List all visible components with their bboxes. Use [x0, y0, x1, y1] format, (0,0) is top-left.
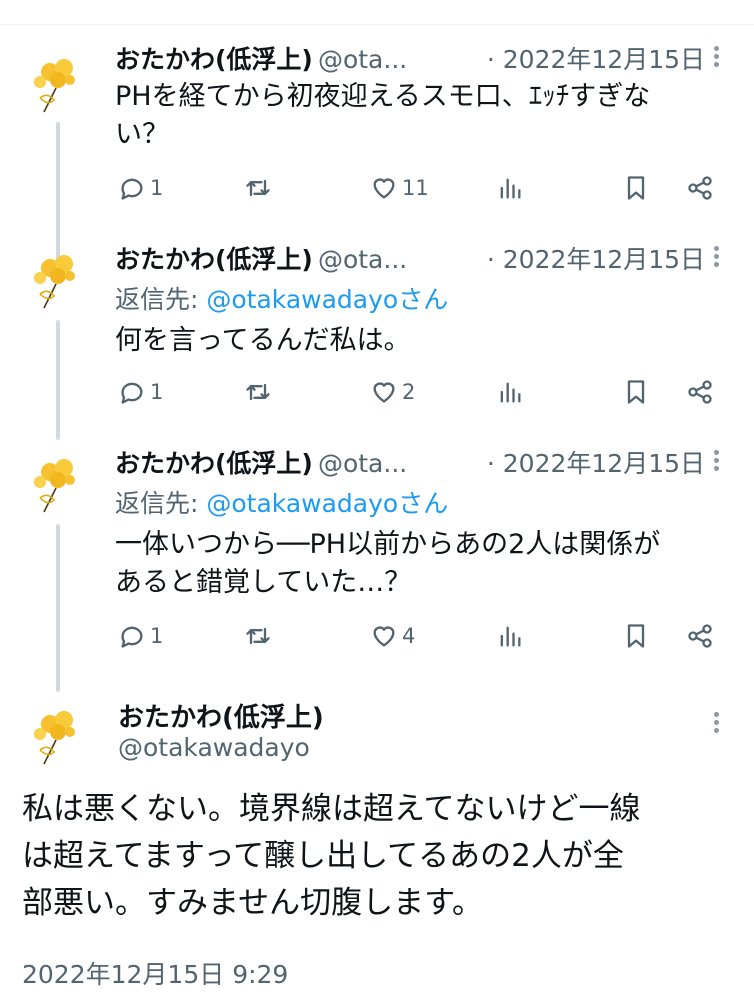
reply-icon	[121, 382, 143, 404]
share-button[interactable]	[686, 170, 714, 206]
like-button[interactable]: 11	[370, 170, 429, 206]
avatar[interactable]	[22, 246, 92, 316]
action-bar: 1 11	[118, 170, 718, 206]
retweet-icon	[246, 383, 270, 401]
display-name[interactable]: おたかわ(低浮上)	[115, 45, 313, 74]
main-display-name[interactable]: おたかわ(低浮上)	[118, 697, 324, 734]
tweet-text: 何を言ってるんだ私は。	[115, 325, 411, 356]
share-button[interactable]	[686, 374, 714, 410]
tweet-date[interactable]: · 2022年12月15日	[480, 240, 705, 276]
thread-line	[56, 122, 60, 262]
like-icon	[373, 382, 395, 403]
bookmark-button[interactable]	[622, 618, 650, 654]
handle[interactable]: @ota...	[318, 45, 407, 74]
flower-avatar-icon	[34, 59, 75, 113]
more-icon[interactable]	[706, 448, 726, 478]
flower-avatar-icon	[34, 255, 75, 309]
thread-line	[56, 320, 60, 440]
share-icon	[688, 624, 712, 648]
reply-button[interactable]: 1	[118, 170, 163, 206]
share-button[interactable]	[686, 618, 714, 654]
more-icon[interactable]	[706, 710, 726, 740]
more-icon[interactable]	[706, 244, 726, 274]
handle[interactable]: @ota...	[318, 245, 407, 274]
reply-icon	[121, 626, 143, 648]
views-icon	[500, 178, 521, 199]
retweet-icon	[246, 627, 270, 645]
views-button[interactable]	[496, 374, 524, 410]
tweet-header: おたかわ(低浮上) @ota... · 2022年12月15日	[115, 240, 705, 280]
reply-mention-link[interactable]: @otakawadayoさん	[206, 285, 448, 314]
action-bar: 1 4	[118, 618, 718, 654]
tweet-date[interactable]: · 2022年12月15日	[480, 40, 705, 76]
bookmark-button[interactable]	[622, 170, 650, 206]
display-name[interactable]: おたかわ(低浮上)	[115, 245, 313, 274]
views-icon	[500, 382, 521, 403]
retweet-icon	[246, 179, 270, 197]
bookmark-button[interactable]	[622, 374, 650, 410]
tweet-header: おたかわ(低浮上) @ota... · 2022年12月15日	[115, 40, 705, 80]
bookmark-icon	[627, 624, 645, 648]
action-bar: 1 2	[118, 374, 718, 410]
views-button[interactable]	[496, 170, 524, 206]
main-timestamp[interactable]: 2022年12月15日 9:29	[22, 955, 288, 991]
tweet-text: 一体いつから──PH以前からあの2人は関係が あると錯覚していた…？	[115, 529, 661, 598]
retweet-button[interactable]	[244, 618, 272, 654]
like-icon	[373, 626, 395, 647]
top-divider	[0, 24, 754, 25]
reply-mention-link[interactable]: @otakawadayoさん	[206, 489, 448, 518]
share-icon	[688, 176, 712, 200]
thread-line	[56, 524, 60, 692]
reply-to-line: 返信先: @otakawadayoさん	[115, 489, 449, 518]
like-button[interactable]: 4	[370, 618, 415, 654]
flower-avatar-icon	[34, 459, 75, 513]
like-icon	[373, 178, 395, 199]
reply-icon	[121, 178, 143, 200]
views-icon	[500, 626, 521, 647]
reply-button[interactable]: 1	[118, 618, 163, 654]
views-button[interactable]	[496, 618, 524, 654]
retweet-button[interactable]	[244, 170, 272, 206]
tweet-header: おたかわ(低浮上) @ota... · 2022年12月15日	[115, 444, 705, 484]
main-handle[interactable]: @otakawadayo	[118, 733, 310, 762]
tweet-date[interactable]: · 2022年12月15日	[480, 444, 705, 480]
reply-to-line: 返信先: @otakawadayoさん	[115, 285, 449, 314]
avatar[interactable]	[22, 702, 92, 772]
handle[interactable]: @ota...	[318, 449, 407, 478]
more-icon[interactable]	[706, 44, 726, 74]
flower-avatar-icon	[34, 711, 75, 765]
tweet-text: PHを経てから初夜迎えるスモ口、ｴｯﾁすぎな い？	[115, 81, 651, 150]
avatar[interactable]	[22, 450, 92, 520]
reply-button[interactable]: 1	[118, 374, 163, 410]
main-tweet-text: 私は悪くない。境界線は超えてないけど一線 は超えてますって醸し出してるあの2人が…	[22, 791, 641, 921]
like-button[interactable]: 2	[370, 374, 415, 410]
retweet-button[interactable]	[244, 374, 272, 410]
bookmark-icon	[627, 380, 645, 404]
avatar[interactable]	[22, 50, 92, 120]
display-name[interactable]: おたかわ(低浮上)	[115, 449, 313, 478]
bookmark-icon	[627, 176, 645, 200]
share-icon	[688, 380, 712, 404]
